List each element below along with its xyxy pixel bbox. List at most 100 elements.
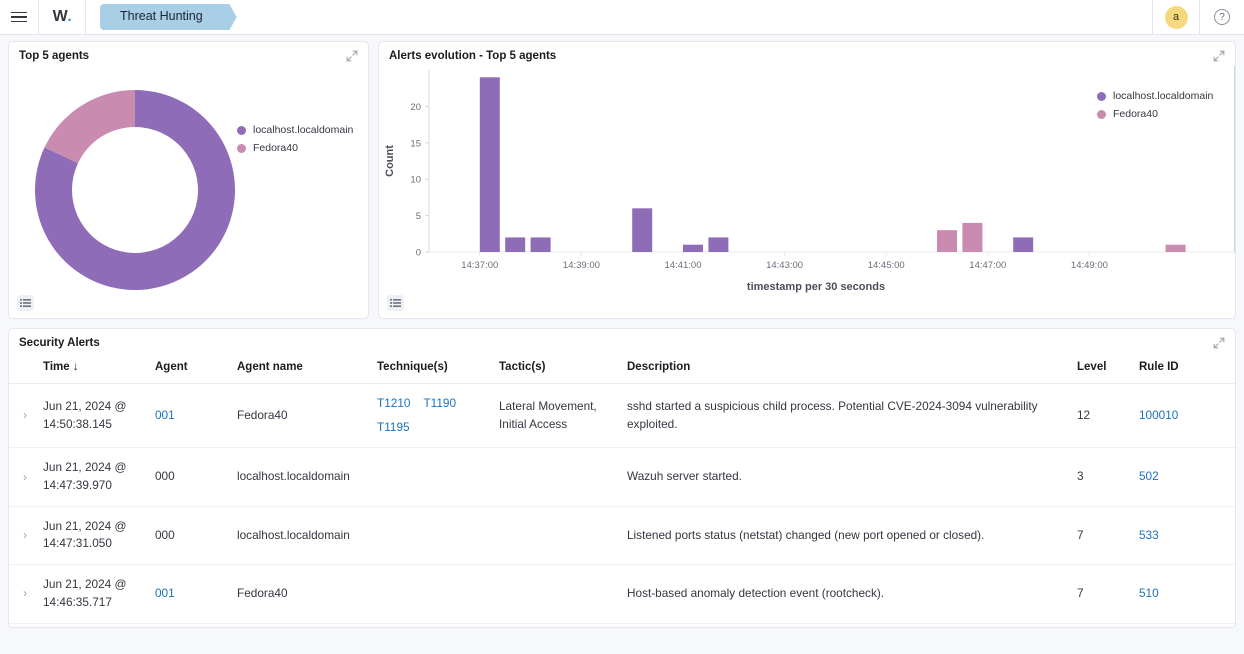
bar[interactable] — [937, 230, 957, 252]
bar[interactable] — [962, 223, 982, 252]
cell-agent-name: localhost.localdomain — [229, 448, 369, 506]
table-row[interactable]: › Jun 21, 2024 @ 14:46:35.717 001 Fedora40 H… — [9, 565, 1235, 623]
cell-time: Jun 21, 2024 @ 14:46:35.717 — [35, 565, 147, 623]
x-axis-tick: 14:39:00 — [563, 260, 600, 271]
nav-right-group: a ? — [1152, 0, 1244, 34]
tab-threat-hunting[interactable]: Threat Hunting — [100, 4, 229, 30]
avatar[interactable]: a — [1165, 6, 1188, 29]
donut-slice-fedora40[interactable] — [45, 90, 135, 163]
cell-rule-id[interactable]: 533 — [1131, 506, 1235, 564]
cell-time: Jun 21, 2024 @ 14:50:38.145 — [35, 384, 147, 448]
th-level[interactable]: Level — [1069, 351, 1131, 384]
bar[interactable] — [708, 237, 728, 252]
logo-text: W — [53, 8, 68, 26]
cell-techniques: T1210 T1190 T1195 — [369, 384, 491, 448]
help-button[interactable]: ? — [1200, 0, 1244, 34]
bar[interactable] — [505, 237, 525, 252]
cell-rule-id[interactable]: 510 — [1131, 565, 1235, 623]
chevron-right-icon[interactable]: › — [23, 470, 27, 484]
inspect-list-icon-2 — [390, 299, 401, 308]
y-axis-tick: 5 — [416, 211, 421, 222]
table-row[interactable]: ›Jun 21, 2024 @ 14:50:38.145001Fedora40T… — [9, 384, 1235, 448]
y-axis-tick: 10 — [410, 175, 421, 186]
cell-tactics — [491, 565, 619, 623]
cell-tactics — [491, 448, 619, 506]
bar[interactable] — [1013, 237, 1033, 252]
wazuh-logo[interactable]: W. — [39, 0, 85, 34]
cell-agent-link[interactable]: 001 — [155, 586, 175, 600]
legend-item-fedora40-bars[interactable]: Fedora40 — [1097, 108, 1213, 120]
bar[interactable] — [1166, 245, 1186, 252]
legend-color-dot-purple — [237, 126, 246, 135]
bar[interactable] — [480, 77, 500, 252]
cell-rule-id[interactable]: 100010 — [1131, 384, 1235, 448]
th-agent-name[interactable]: Agent name — [229, 351, 369, 384]
tab-label: Threat Hunting — [120, 9, 203, 23]
avatar-initial: a — [1173, 11, 1179, 23]
expand-icon[interactable] — [345, 49, 359, 63]
donut-chart — [15, 82, 255, 297]
legend-color-dot-purple-bars — [1097, 92, 1106, 101]
arrow-down-icon: ↓ — [73, 361, 79, 373]
th-techniques[interactable]: Technique(s) — [369, 351, 491, 384]
cell-description: Listened ports status (netstat) changed … — [619, 506, 1069, 564]
technique-link[interactable]: T1210 — [377, 395, 410, 413]
cell-rule-id-link[interactable]: 510 — [1139, 586, 1159, 600]
cell-level: 7 — [1069, 506, 1131, 564]
th-description[interactable]: Description — [619, 351, 1069, 384]
x-axis-tick: 14:41:00 — [665, 260, 702, 271]
technique-link[interactable]: T1190 — [423, 395, 456, 413]
cell-description: Host-based anomaly detection event (root… — [619, 565, 1069, 623]
technique-link[interactable]: T1195 — [377, 419, 410, 437]
legend-label-localhost-bars: localhost.localdomain — [1113, 90, 1213, 102]
cell-techniques — [369, 565, 491, 623]
inspect-list-icon-donut[interactable] — [17, 295, 34, 311]
legend-item-localhost-bars[interactable]: localhost.localdomain — [1097, 90, 1213, 102]
legend-item-localhost[interactable]: localhost.localdomain — [237, 124, 353, 136]
inspect-list-icon-bars[interactable] — [387, 295, 404, 311]
menu-button[interactable] — [0, 0, 38, 34]
bar[interactable] — [683, 245, 703, 252]
tab-bar: Threat Hunting — [86, 0, 1152, 34]
legend-item-fedora40[interactable]: Fedora40 — [237, 142, 353, 154]
panel-title-top-5-agents: Top 5 agents — [9, 42, 368, 64]
bar[interactable] — [632, 208, 652, 252]
cell-rule-id[interactable]: 502 — [1131, 448, 1235, 506]
y-axis-tick: 0 — [416, 248, 421, 259]
cell-agent-name: Fedora40 — [229, 565, 369, 623]
legend-color-dot-pink-bars — [1097, 110, 1106, 119]
cell-agent[interactable]: 001 — [147, 384, 229, 448]
avatar-container: a — [1153, 0, 1199, 34]
cell-description: sshd started a suspicious child process.… — [619, 384, 1069, 448]
top-navigation-bar: W. Threat Hunting a ? — [0, 0, 1244, 35]
cell-rule-id-link[interactable]: 502 — [1139, 469, 1159, 483]
th-time[interactable]: Time ↓ — [35, 351, 147, 384]
cell-rule-id-link[interactable]: 533 — [1139, 528, 1159, 542]
th-tactics[interactable]: Tactic(s) — [491, 351, 619, 384]
cell-techniques — [369, 448, 491, 506]
y-axis-tick: 15 — [410, 138, 421, 149]
cell-agent-link[interactable]: 001 — [155, 408, 175, 422]
chevron-right-icon[interactable]: › — [23, 528, 27, 542]
cell-agent[interactable]: 001 — [147, 565, 229, 623]
x-axis-tick: 14:43:00 — [766, 260, 803, 271]
logo-dot: . — [67, 8, 71, 26]
security-alerts-table: Time ↓ Agent Agent name Technique(s) Tac… — [9, 351, 1235, 624]
cell-level: 3 — [1069, 448, 1131, 506]
legend-color-dot-pink — [237, 144, 246, 153]
table-row[interactable]: ›Jun 21, 2024 @ 14:47:39.970000localhost… — [9, 448, 1235, 506]
row-expand-cell: › — [9, 506, 35, 564]
chevron-right-icon[interactable]: › — [23, 586, 27, 600]
chevron-right-icon[interactable]: › — [23, 408, 27, 422]
cell-rule-id-link[interactable]: 100010 — [1139, 408, 1178, 422]
table-body: › Jun 21, 2024 @ 14:50:38.145 001 Fedora40 T… — [9, 384, 1235, 624]
th-rule-id[interactable]: Rule ID — [1131, 351, 1235, 384]
table-row[interactable]: ›Jun 21, 2024 @ 14:47:31.050000localhost… — [9, 506, 1235, 564]
donut-legend: localhost.localdomain Fedora40 — [237, 124, 353, 160]
x-axis-tick: 14:47:00 — [969, 260, 1006, 271]
row-expand-cell: › — [9, 565, 35, 623]
expand-icon-alerts[interactable] — [1212, 336, 1226, 350]
bar[interactable] — [531, 237, 551, 252]
th-agent[interactable]: Agent — [147, 351, 229, 384]
cell-agent-name: localhost.localdomain — [229, 506, 369, 564]
